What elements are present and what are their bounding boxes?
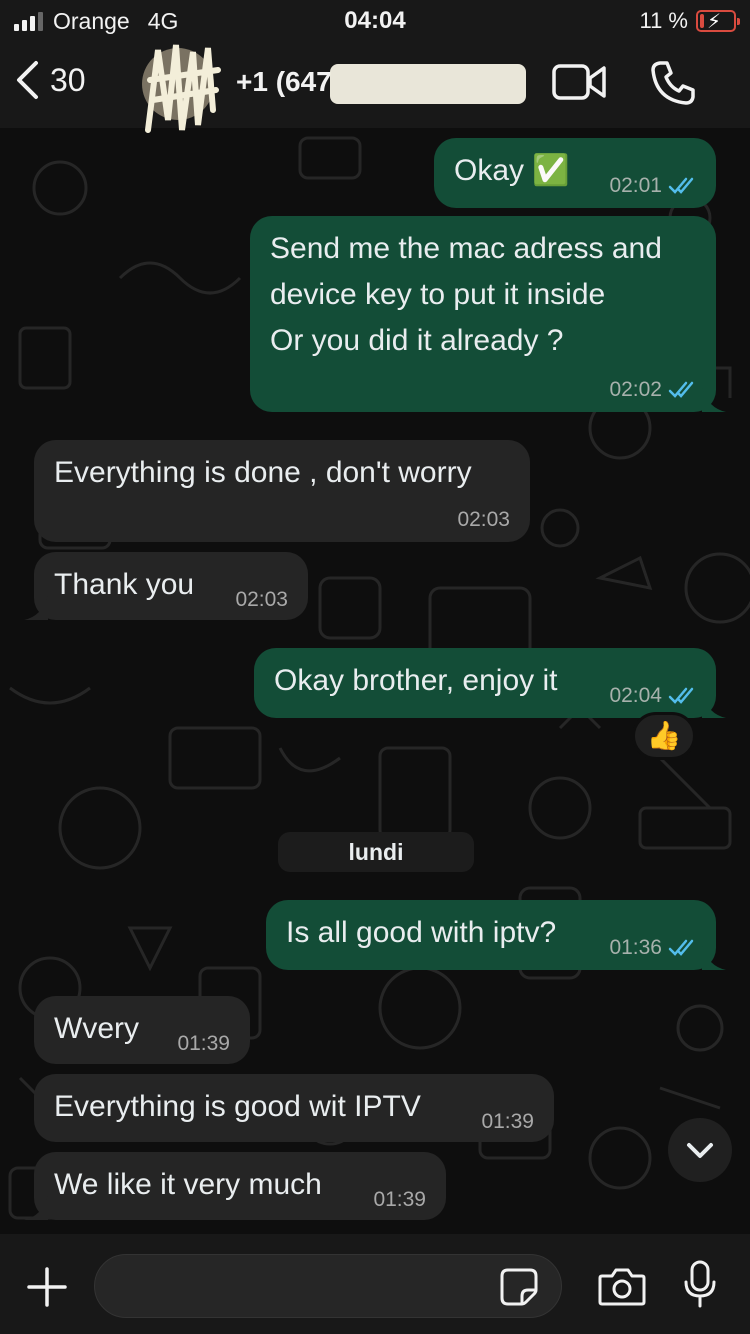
- message-bubble-incoming[interactable]: We like it very much 01:39: [24, 1152, 446, 1220]
- message-time: 01:39: [481, 1110, 534, 1133]
- video-call-icon[interactable]: [552, 62, 606, 102]
- bubble-tail: [702, 388, 726, 412]
- double-check-icon: [668, 939, 694, 956]
- day-separator: lundi: [278, 832, 474, 872]
- message-bubble-incoming[interactable]: Thank you 02:03: [24, 552, 308, 620]
- message-text: Send me the mac adress and device key to…: [270, 232, 662, 357]
- message-meta: 02:03: [457, 508, 510, 532]
- message-meta: 01:39: [373, 1188, 426, 1212]
- message-bubble-outgoing[interactable]: Okay ✅ 02:01: [434, 138, 716, 208]
- back-button[interactable]: 30: [14, 60, 86, 100]
- message-reaction[interactable]: 👍: [632, 712, 696, 760]
- contact-name[interactable]: +1 (647: [236, 66, 332, 98]
- message-time: 02:02: [609, 378, 662, 401]
- message-bubble-incoming[interactable]: Everything is done , don't worry 02:03: [34, 440, 530, 542]
- status-time: 04:04: [344, 7, 406, 34]
- message-time: 01:39: [177, 1032, 230, 1055]
- chevron-down-icon: [687, 1143, 713, 1158]
- message-text: Everything is good wit IPTV: [54, 1090, 421, 1123]
- message-time: 02:01: [609, 174, 662, 197]
- message-time: 02:03: [235, 588, 288, 611]
- back-chevron-icon: [17, 61, 38, 99]
- message-meta: 02:03: [235, 588, 288, 612]
- message-bubble-incoming[interactable]: Wvery 01:39: [34, 996, 250, 1064]
- battery-icon: ⚡: [696, 10, 740, 33]
- chat-header: 30 +1 (647: [0, 42, 750, 133]
- message-bubble-outgoing[interactable]: Okay brother, enjoy it 02:04: [254, 648, 726, 718]
- camera-icon[interactable]: [598, 1266, 646, 1306]
- message-time: 01:39: [373, 1188, 426, 1211]
- message-bubble-outgoing[interactable]: Send me the mac adress and device key to…: [250, 216, 726, 412]
- scroll-to-bottom-button[interactable]: [668, 1118, 732, 1182]
- battery-percent: 11 %: [639, 8, 688, 33]
- double-check-icon: [668, 381, 694, 398]
- message-bubble-incoming[interactable]: Everything is good wit IPTV 01:39: [34, 1074, 554, 1142]
- message-meta: 01:39: [177, 1032, 230, 1056]
- message-meta: 02:02: [609, 378, 696, 402]
- composer-bar: [0, 1234, 750, 1334]
- message-text: Everything is done , don't worry: [54, 456, 472, 489]
- message-meta: 01:36: [609, 936, 696, 960]
- sticker-icon[interactable]: [500, 1268, 538, 1306]
- message-input[interactable]: [94, 1254, 562, 1318]
- message-meta: 01:39: [481, 1110, 534, 1134]
- bubble-tail: [702, 946, 726, 970]
- plus-icon[interactable]: [26, 1266, 68, 1308]
- unread-count: 30: [50, 61, 86, 98]
- avatar-scribble-redaction: [145, 44, 221, 133]
- message-time: 01:36: [609, 936, 662, 959]
- microphone-icon[interactable]: [682, 1260, 718, 1310]
- name-redaction: [330, 64, 526, 104]
- message-time: 02:03: [457, 508, 510, 531]
- status-bar: Orange 4G 04:04 11 % ⚡: [0, 0, 750, 42]
- phone-icon[interactable]: [650, 60, 696, 106]
- bubble-tail: [24, 596, 48, 620]
- bubble-tail: [24, 1196, 48, 1220]
- double-check-icon: [668, 687, 694, 704]
- message-bubble-outgoing[interactable]: Is all good with iptv? 01:36: [266, 900, 726, 970]
- message-time: 02:04: [609, 684, 662, 707]
- message-meta: 02:04: [609, 684, 696, 708]
- bubble-tail: [702, 694, 726, 718]
- message-meta: 02:01: [609, 174, 696, 198]
- double-check-icon: [668, 177, 694, 194]
- message-text: We like it very much: [54, 1168, 322, 1201]
